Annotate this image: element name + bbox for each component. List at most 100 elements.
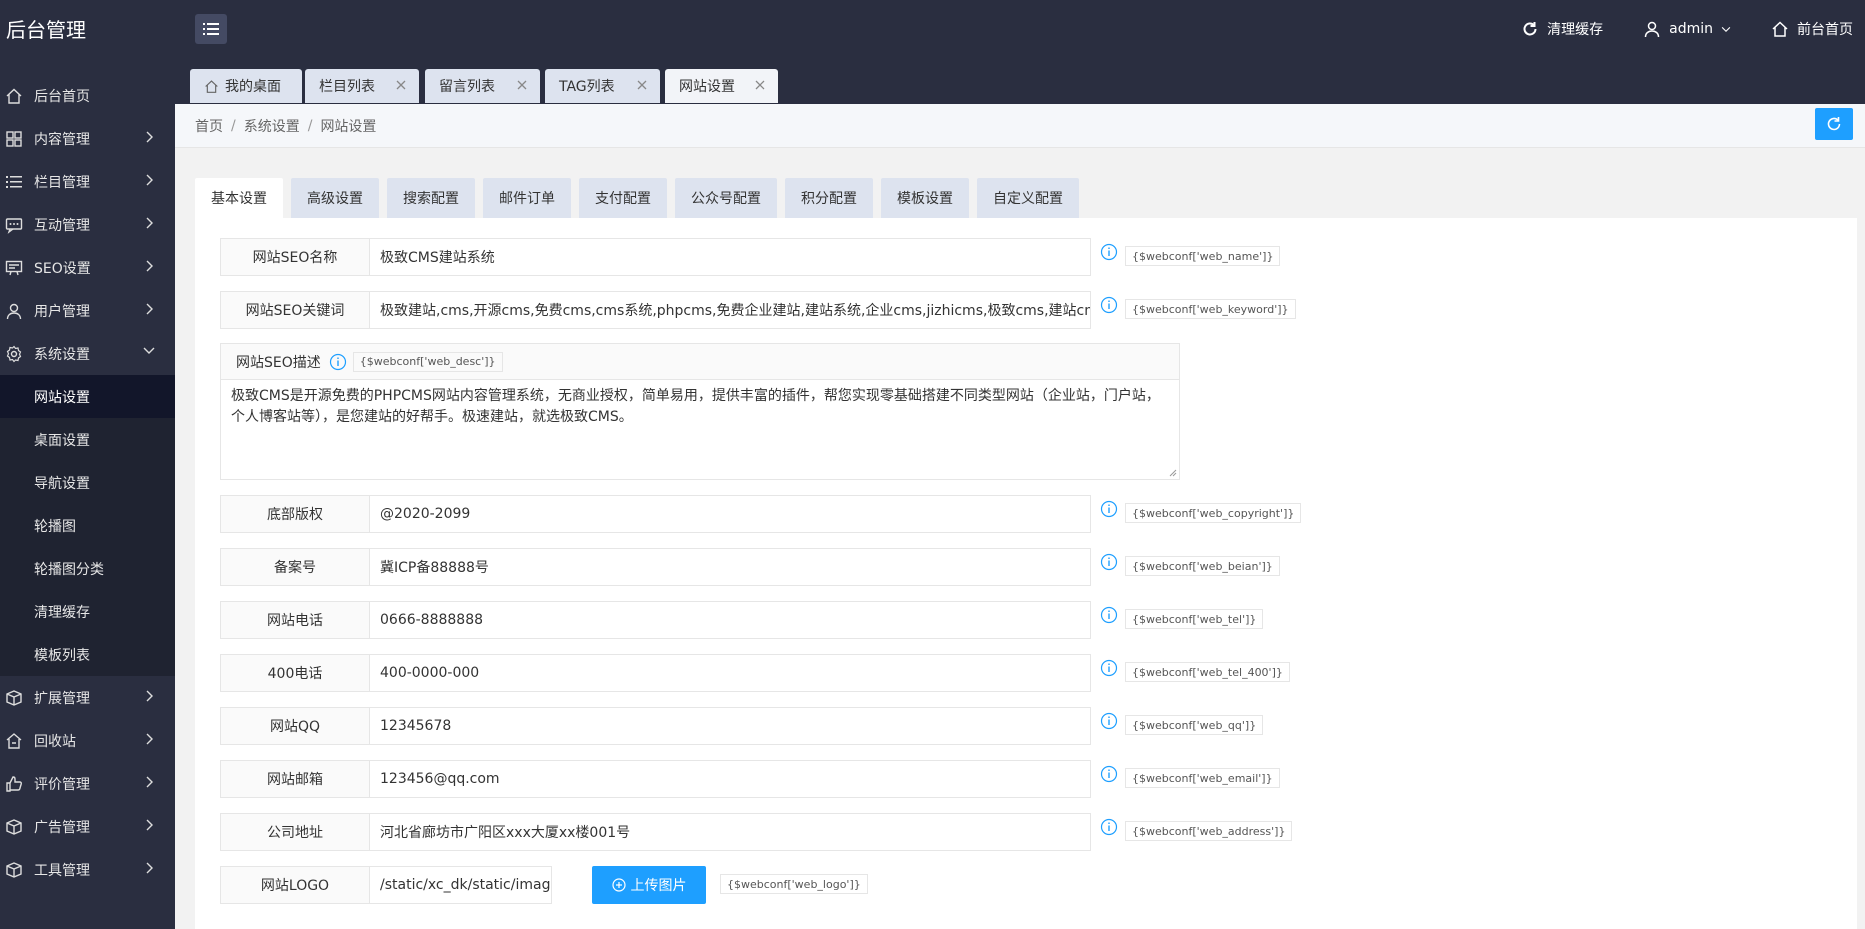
sidebar-item-ads[interactable]: 广告管理 <box>0 805 175 848</box>
settings-tabs: 基本设置 高级设置 搜索配置 邮件订单 支付配置 公众号配置 积分配置 模板设置… <box>195 178 1079 218</box>
info-icon[interactable] <box>329 353 347 371</box>
page-refresh-button[interactable] <box>1815 108 1853 140</box>
breadcrumb-system[interactable]: 系统设置 <box>244 116 300 136</box>
sidebar-item-label: 栏目管理 <box>34 174 90 191</box>
sidebar-item-users[interactable]: 用户管理 <box>0 289 175 332</box>
email-input[interactable]: 123456@qq.com <box>370 760 1091 798</box>
page-tab-site-settings[interactable]: 网站设置 <box>665 69 778 103</box>
qq-input[interactable]: 12345678 <box>370 707 1091 745</box>
sidebar-subitem-clear-cache[interactable]: 清理缓存 <box>0 590 175 633</box>
chat-icon <box>5 218 23 234</box>
breadcrumb-separator: / <box>307 117 313 134</box>
seo-name-input[interactable]: 极致CMS建站系统 <box>370 238 1091 276</box>
field-label: 网站邮箱 <box>220 760 370 798</box>
info-icon[interactable] <box>1100 553 1118 571</box>
info-icon[interactable] <box>1100 243 1118 261</box>
template-tag: {$webconf['web_tel']} <box>1125 609 1264 629</box>
info-icon[interactable] <box>1100 500 1118 518</box>
frontend-home-label: 前台首页 <box>1797 22 1853 38</box>
sidebar-item-interaction[interactable]: 互动管理 <box>0 203 175 246</box>
info-icon[interactable] <box>1100 606 1118 624</box>
info-icon[interactable] <box>1100 765 1118 783</box>
trash-icon <box>6 733 22 749</box>
tab-basic[interactable]: 基本设置 <box>195 178 283 218</box>
close-icon[interactable] <box>395 79 407 91</box>
breadcrumb-current: 网站设置 <box>320 118 377 135</box>
chevron-right-icon <box>146 260 153 272</box>
tab-custom[interactable]: 自定义配置 <box>977 178 1079 218</box>
tab-advanced[interactable]: 高级设置 <box>291 178 379 218</box>
logo-path-input[interactable]: /static/xc_dk/static/images/l <box>370 866 552 904</box>
tab-points[interactable]: 积分配置 <box>785 178 873 218</box>
page-tab-label: 我的桌面 <box>225 79 281 95</box>
sidebar-item-label: 互动管理 <box>34 217 90 234</box>
close-icon[interactable] <box>754 79 766 91</box>
sidebar-item-home[interactable]: 后台首页 <box>0 74 175 117</box>
form-row-address: 公司地址 河北省廊坊市广阳区xxx大厦xx楼001号 {$webconf['we… <box>220 813 1293 851</box>
breadcrumb: 首页 / 系统设置 / 网站设置 <box>175 104 1865 148</box>
sidebar-item-system[interactable]: 系统设置 <box>0 332 175 375</box>
info-icon[interactable] <box>1100 296 1118 314</box>
close-icon[interactable] <box>516 79 528 91</box>
page-tab-tags[interactable]: TAG列表 <box>545 69 660 103</box>
breadcrumb-home[interactable]: 首页 <box>195 116 223 136</box>
sidebar-item-columns[interactable]: 栏目管理 <box>0 160 175 203</box>
breadcrumb-separator: / <box>231 117 236 134</box>
tab-search[interactable]: 搜索配置 <box>387 178 475 218</box>
frontend-home-button[interactable]: 前台首页 <box>1771 19 1853 39</box>
sidebar-item-tools[interactable]: 工具管理 <box>0 848 175 891</box>
template-tag: {$webconf['web_tel_400']} <box>1125 662 1290 682</box>
upload-image-button[interactable]: 上传图片 <box>592 866 706 904</box>
menu-toggle-button[interactable] <box>195 14 227 44</box>
field-label: 网站SEO名称 <box>220 238 370 276</box>
grid-icon <box>6 131 22 147</box>
clear-cache-button[interactable]: 清理缓存 <box>1521 19 1603 39</box>
gear-icon <box>6 345 22 363</box>
seo-description-header: 网站SEO描述 {$webconf['web_desc']} <box>221 344 1179 380</box>
sidebar-item-content[interactable]: 内容管理 <box>0 117 175 160</box>
tab-template[interactable]: 模板设置 <box>881 178 969 218</box>
template-tag: {$webconf['web_email']} <box>1125 768 1280 788</box>
sidebar-item-reviews[interactable]: 评价管理 <box>0 762 175 805</box>
page-tab-desktop[interactable]: 我的桌面 <box>190 69 302 103</box>
tab-mail[interactable]: 邮件订单 <box>483 178 571 218</box>
address-input[interactable]: 河北省廊坊市广阳区xxx大厦xx楼001号 <box>370 813 1091 851</box>
sidebar-item-extensions[interactable]: 扩展管理 <box>0 676 175 719</box>
sidebar-item-label: 用户管理 <box>34 303 90 320</box>
page-tabs-bar: 我的桌面 栏目列表 留言列表 TAG列表 网站设置 <box>175 58 1865 104</box>
resize-handle-icon[interactable] <box>1167 467 1177 477</box>
sidebar-subitem-site-settings[interactable]: 网站设置 <box>0 375 175 418</box>
sidebar-subitem-template-list[interactable]: 模板列表 <box>0 633 175 676</box>
tel400-input[interactable]: 400-0000-000 <box>370 654 1091 692</box>
info-icon[interactable] <box>1100 712 1118 730</box>
tab-wechat[interactable]: 公众号配置 <box>675 178 777 218</box>
seo-description-textarea[interactable]: 极致CMS是开源免费的PHPCMS网站内容管理系统，无商业授权，简单易用，提供丰… <box>221 380 1179 434</box>
copyright-input[interactable]: @2020-2099 <box>370 495 1091 533</box>
beian-input[interactable]: 冀ICP备88888号 <box>370 548 1091 586</box>
user-menu[interactable]: admin <box>1643 20 1731 38</box>
info-icon[interactable] <box>1100 659 1118 677</box>
close-icon[interactable] <box>636 79 648 91</box>
sidebar-item-label: 后台首页 <box>34 88 90 105</box>
sidebar-subitem-carousel[interactable]: 轮播图 <box>0 504 175 547</box>
tab-payment[interactable]: 支付配置 <box>579 178 667 218</box>
sidebar-subitem-carousel-category[interactable]: 轮播图分类 <box>0 547 175 590</box>
sidebar-item-seo[interactable]: SEO设置 <box>0 246 175 289</box>
sidebar-subitem-nav-settings[interactable]: 导航设置 <box>0 461 175 504</box>
template-tag: {$webconf['web_keyword']} <box>1125 299 1296 319</box>
sidebar-item-recycle[interactable]: 回收站 <box>0 719 175 762</box>
info-icon[interactable] <box>1100 818 1118 836</box>
chevron-right-icon <box>146 131 153 143</box>
page-tab-messages[interactable]: 留言列表 <box>425 69 540 103</box>
field-label: 备案号 <box>220 548 370 586</box>
chevron-down-icon <box>143 347 155 354</box>
page-tab-label: 留言列表 <box>439 79 495 95</box>
sidebar-item-label: 工具管理 <box>34 862 90 879</box>
box-icon <box>6 690 22 706</box>
template-tag: {$webconf['web_beian']} <box>1125 556 1280 576</box>
tel-input[interactable]: 0666-8888888 <box>370 601 1091 639</box>
seo-keywords-input[interactable]: 极致建站,cms,开源cms,免费cms,cms系统,phpcms,免费企业建站… <box>370 291 1091 329</box>
page-tab-columns[interactable]: 栏目列表 <box>305 69 419 103</box>
sidebar-item-label: 清理缓存 <box>34 604 90 621</box>
sidebar-subitem-desktop-settings[interactable]: 桌面设置 <box>0 418 175 461</box>
